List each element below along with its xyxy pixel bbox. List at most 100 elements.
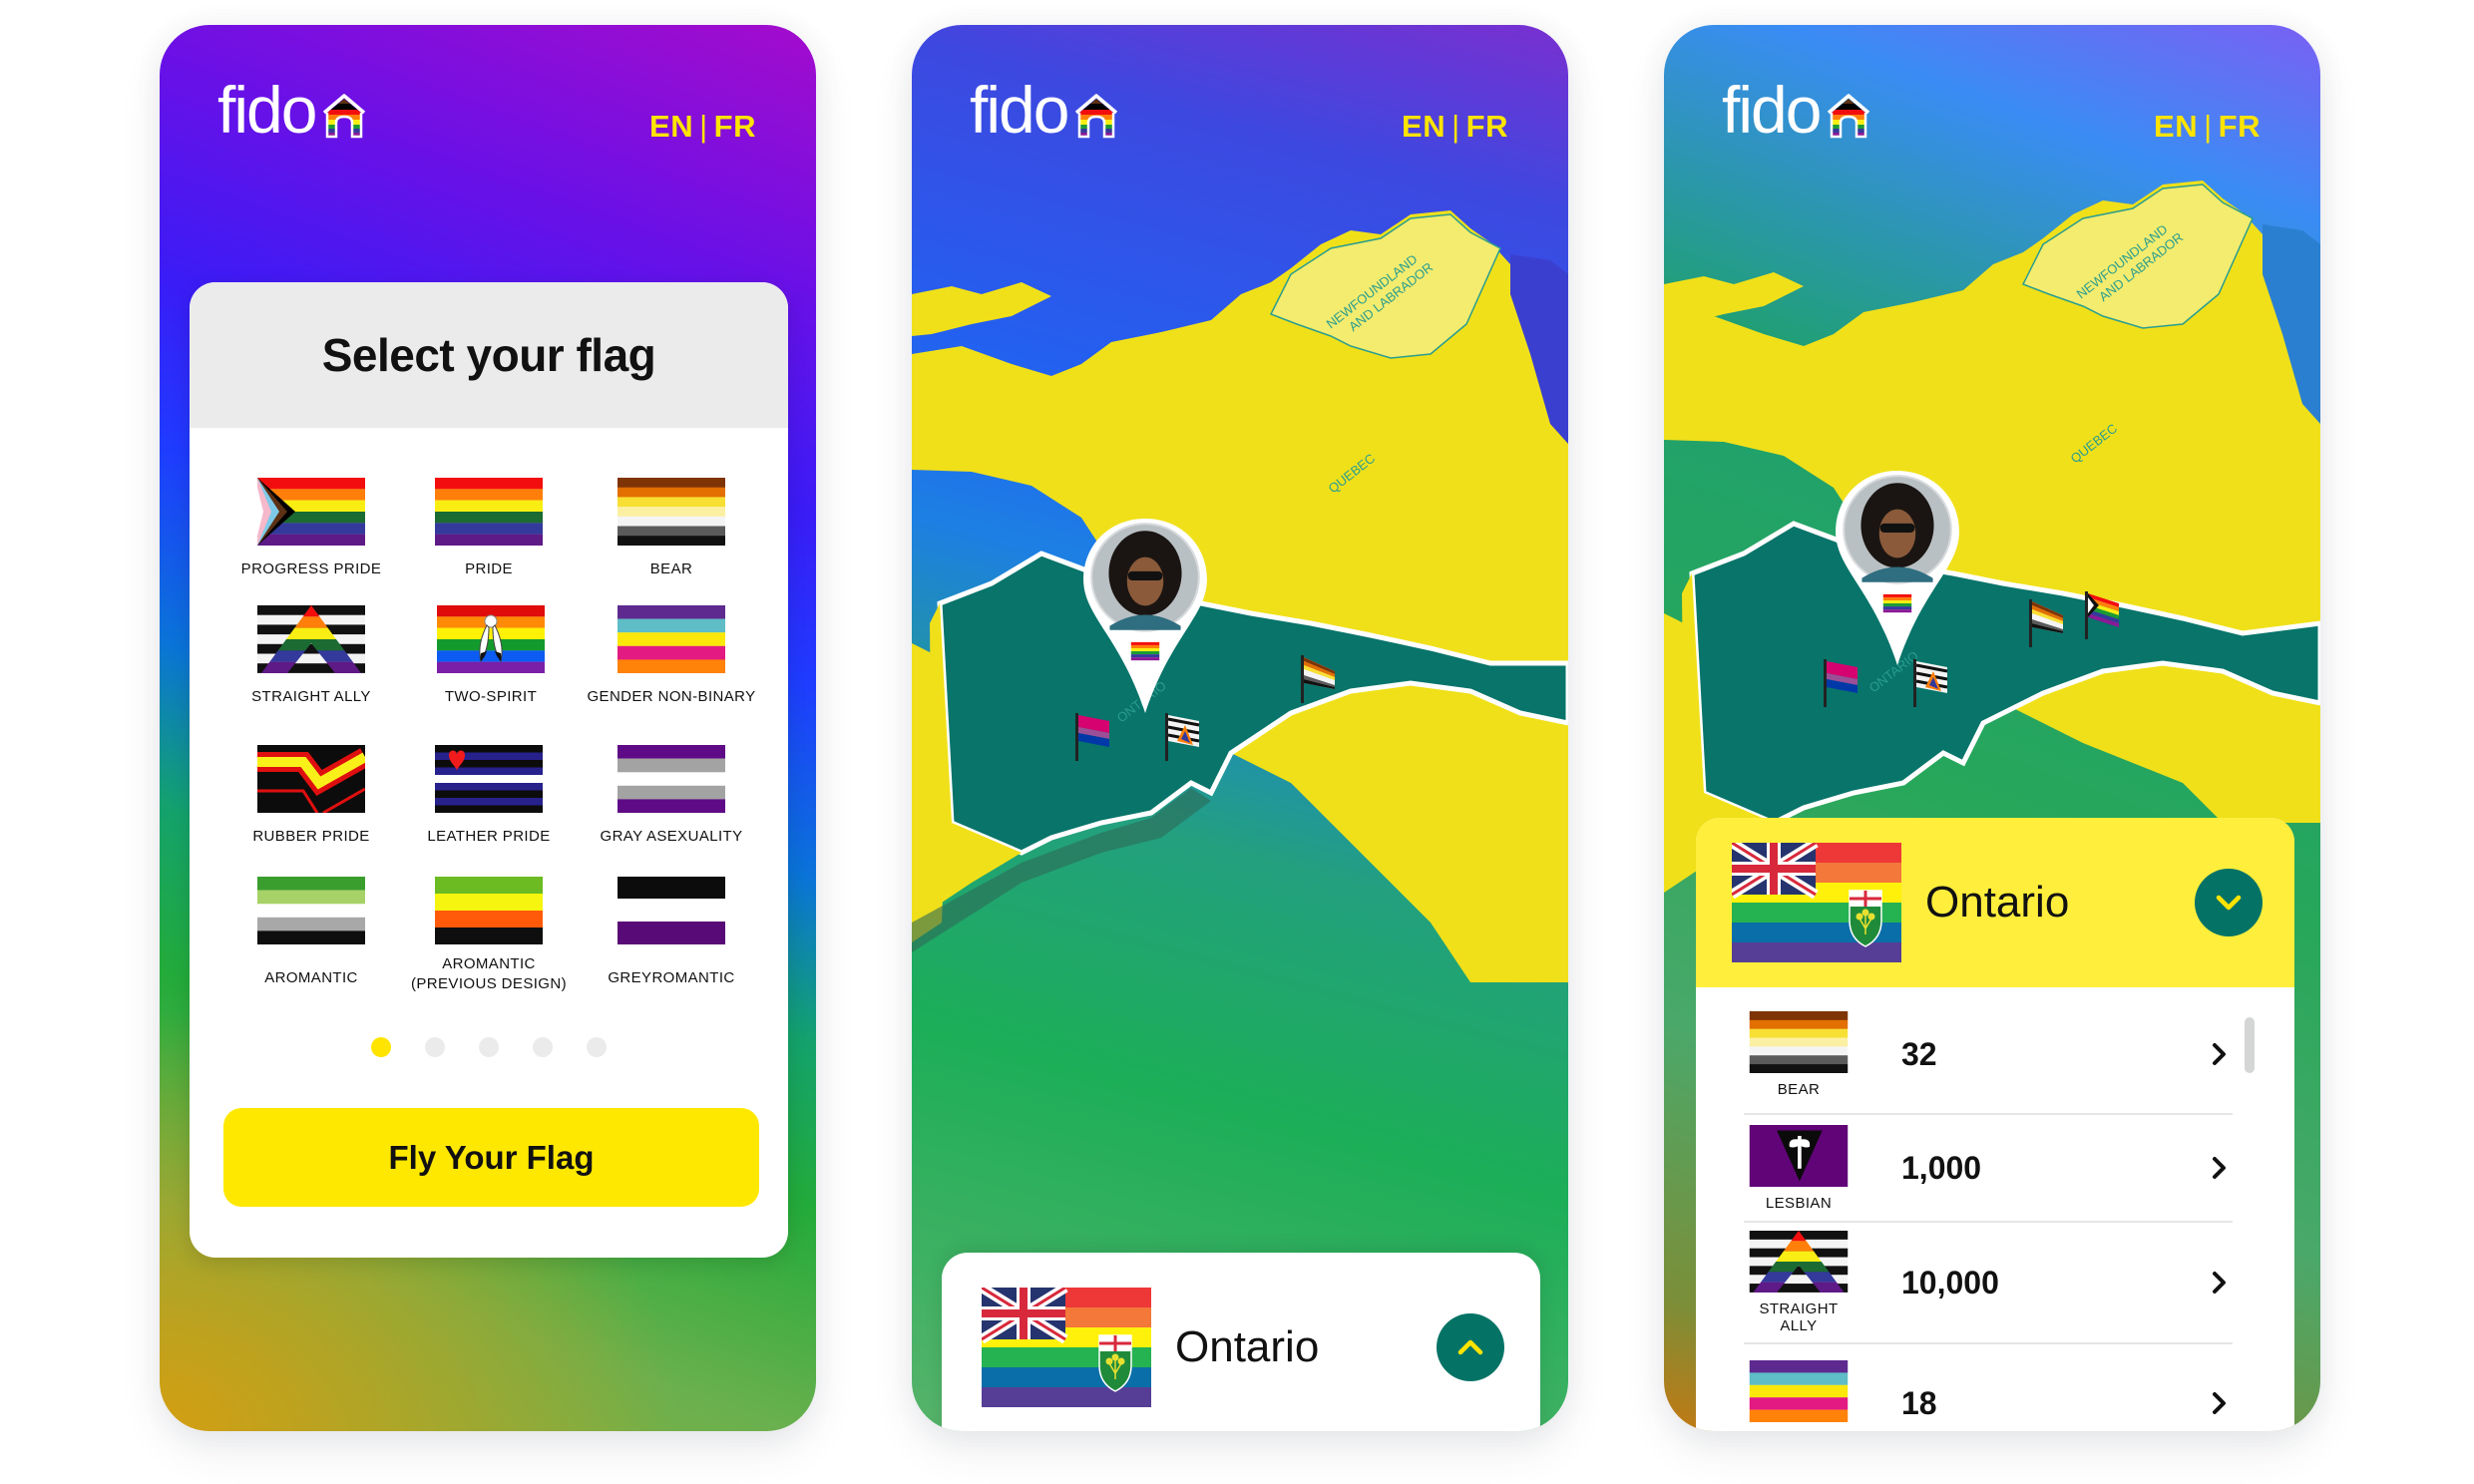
flag-count-row-non-binary[interactable]: NON-BINARY 18 [1744,1344,2233,1431]
lang-fr-link[interactable]: FR [1466,109,1508,144]
map-expanded-screen: NEWFOUNDLANDAND LABRADOR QUEBEC ONTARIO … [1664,25,2320,1431]
lang-fr-link[interactable]: FR [714,109,756,144]
card-header: Select your flag [190,282,788,428]
province-header[interactable]: Ontario [942,1253,1540,1431]
row-flag-label: LESBIAN [1765,1194,1833,1212]
flag-option-aromantic-previous[interactable]: AROMANTIC (PREVIOUS DESIGN) [394,877,584,994]
flag-label: PRIDE [465,560,513,577]
expand-province-button[interactable] [1437,1313,1504,1381]
gender-non-binary-flag-icon [618,605,725,673]
flag-count-list[interactable]: BEAR 32 LESBIAN 1,000 STRAIGHT ALLY 10,0… [1696,987,2294,1431]
lang-en-link[interactable]: EN [649,109,693,144]
flag-label: BEAR [649,560,693,577]
gray-asexuality-flag-icon [618,745,725,813]
ontario-pride-flag-icon [1732,843,1901,962]
non-binary-flag-icon [1747,1360,1851,1422]
list-scrollbar[interactable] [2245,1017,2255,1073]
page-dot-5[interactable] [587,1037,607,1057]
chevron-right-icon [2213,1272,2226,1294]
brand-name: fido [970,73,1069,147]
lang-separator: | [2204,109,2213,144]
lang-en-link[interactable]: EN [1402,109,1445,144]
ontario-pride-flag-icon [982,1288,1151,1407]
flag-option-aromantic[interactable]: AROMANTIC [216,877,406,988]
pagination-dots [190,1037,788,1057]
progress-pride-flag-icon [257,478,365,546]
leather-pride-flag-icon [435,745,543,813]
lang-en-link[interactable]: EN [2154,109,2198,144]
flag-option-straight-ally[interactable]: STRAIGHT ALLY [216,605,406,707]
flag-option-leather-pride[interactable]: LEATHER PRIDE [394,745,584,847]
row-flag: STRAIGHT ALLY [1744,1231,1854,1334]
chevron-right-icon [2213,1392,2226,1414]
flag-count-row-bear[interactable]: BEAR 32 [1744,995,2233,1115]
straight-ally-flag-icon [257,605,365,673]
straight-ally-flag-icon [1747,1231,1851,1293]
language-switcher: EN | FR [1402,109,1508,145]
fly-your-flag-button[interactable]: Fly Your Flag [223,1108,759,1207]
flag-option-rubber-pride[interactable]: RUBBER PRIDE [216,745,406,847]
row-flag: BEAR [1744,1011,1854,1098]
greyromantic-flag-icon [618,877,725,944]
flag-option-gender-non-binary[interactable]: GENDER NON-BINARY [577,605,766,707]
row-count: 10,000 [1901,1264,1999,1300]
fido-logo[interactable]: fido [217,75,367,145]
two-spirit-flag-icon [437,605,545,673]
flag-label: TWO-SPIRIT [444,688,538,705]
chevron-down-icon [2216,895,2242,911]
page-dot-3[interactable] [479,1037,499,1057]
pride-flag-icon [435,478,543,546]
row-flag-label: STRAIGHT ALLY [1759,1300,1839,1334]
card-title: Select your flag [321,329,656,381]
select-flag-screen: fido EN | FR Select your flag PROGRESS PRI… [160,25,816,1431]
map-island [912,282,1051,336]
language-switcher: EN | FR [649,109,756,145]
flag-option-two-spirit[interactable]: TWO-SPIRIT [396,605,586,707]
fido-logo[interactable]: fido [970,75,1119,145]
flag-option-bear[interactable]: BEAR [577,478,766,579]
flag-label: AROMANTIC (PREVIOUS DESIGN) [411,955,567,992]
language-switcher: EN | FR [2154,109,2261,145]
flag-label: GRAY ASEXUALITY [600,828,743,845]
flag-label: PROGRESS PRIDE [240,560,382,577]
chevron-right-icon [2213,1043,2226,1065]
bear-flag-icon [1747,1011,1851,1073]
flag-count-row-straight-ally[interactable]: STRAIGHT ALLY 10,000 [1744,1223,2233,1344]
fido-logo[interactable]: fido [1722,75,1871,145]
row-count: 32 [1901,1035,1937,1072]
flag-option-pride[interactable]: PRIDE [394,478,584,579]
map-collapsed-screen: NEWFOUNDLANDAND LABRADOR QUEBEC ONTARIO … [912,25,1568,1431]
flag-selection-card: Select your flag PROGRESS PRIDE PRIDE BE… [190,282,788,1258]
row-flag-label: NON-BINARY [1744,1430,1854,1432]
flag-label: GREYROMANTIC [608,969,735,986]
page-dot-4[interactable] [533,1037,553,1057]
chevron-up-icon [1457,1339,1483,1355]
lang-separator: | [699,109,708,144]
pride-house-icon [1826,93,1871,139]
flag-option-greyromantic[interactable]: GREYROMANTIC [577,877,766,988]
collapse-province-button[interactable] [2195,869,2263,936]
page-dot-2[interactable] [425,1037,445,1057]
row-count: 1,000 [1901,1149,1982,1186]
lesbian-flag-icon [1747,1125,1851,1187]
map-island [1664,272,1804,326]
canada-map[interactable]: NEWFOUNDLANDAND LABRADOR QUEBEC ONTARIO [912,25,1568,1431]
page-dot-1[interactable] [371,1037,391,1057]
province-header[interactable]: Ontario [1696,818,2294,987]
pride-house-icon [1073,93,1119,139]
flag-label: RUBBER PRIDE [252,828,370,845]
brand-name: fido [217,73,317,147]
lang-fr-link[interactable]: FR [2219,109,2261,144]
province-panel: Ontario BEAR 32 LESBIAN 1,000 STRAIGHT A… [1696,818,2294,1431]
province-name: Ontario [1175,1322,1320,1371]
chevron-right-icon [2213,1157,2226,1179]
province-card: Ontario [942,1253,1540,1431]
aromantic-flag-icon [257,877,365,944]
flag-count-row-lesbian[interactable]: LESBIAN 1,000 [1744,1115,2233,1223]
flag-option-progress-pride[interactable]: PROGRESS PRIDE [216,478,406,579]
row-flag-label: BEAR [1777,1080,1821,1098]
rubber-pride-flag-icon [257,745,365,813]
pride-house-icon [321,93,367,139]
flag-option-gray-asexuality[interactable]: GRAY ASEXUALITY [577,745,766,847]
row-flag: NON-BINARY [1744,1360,1854,1432]
